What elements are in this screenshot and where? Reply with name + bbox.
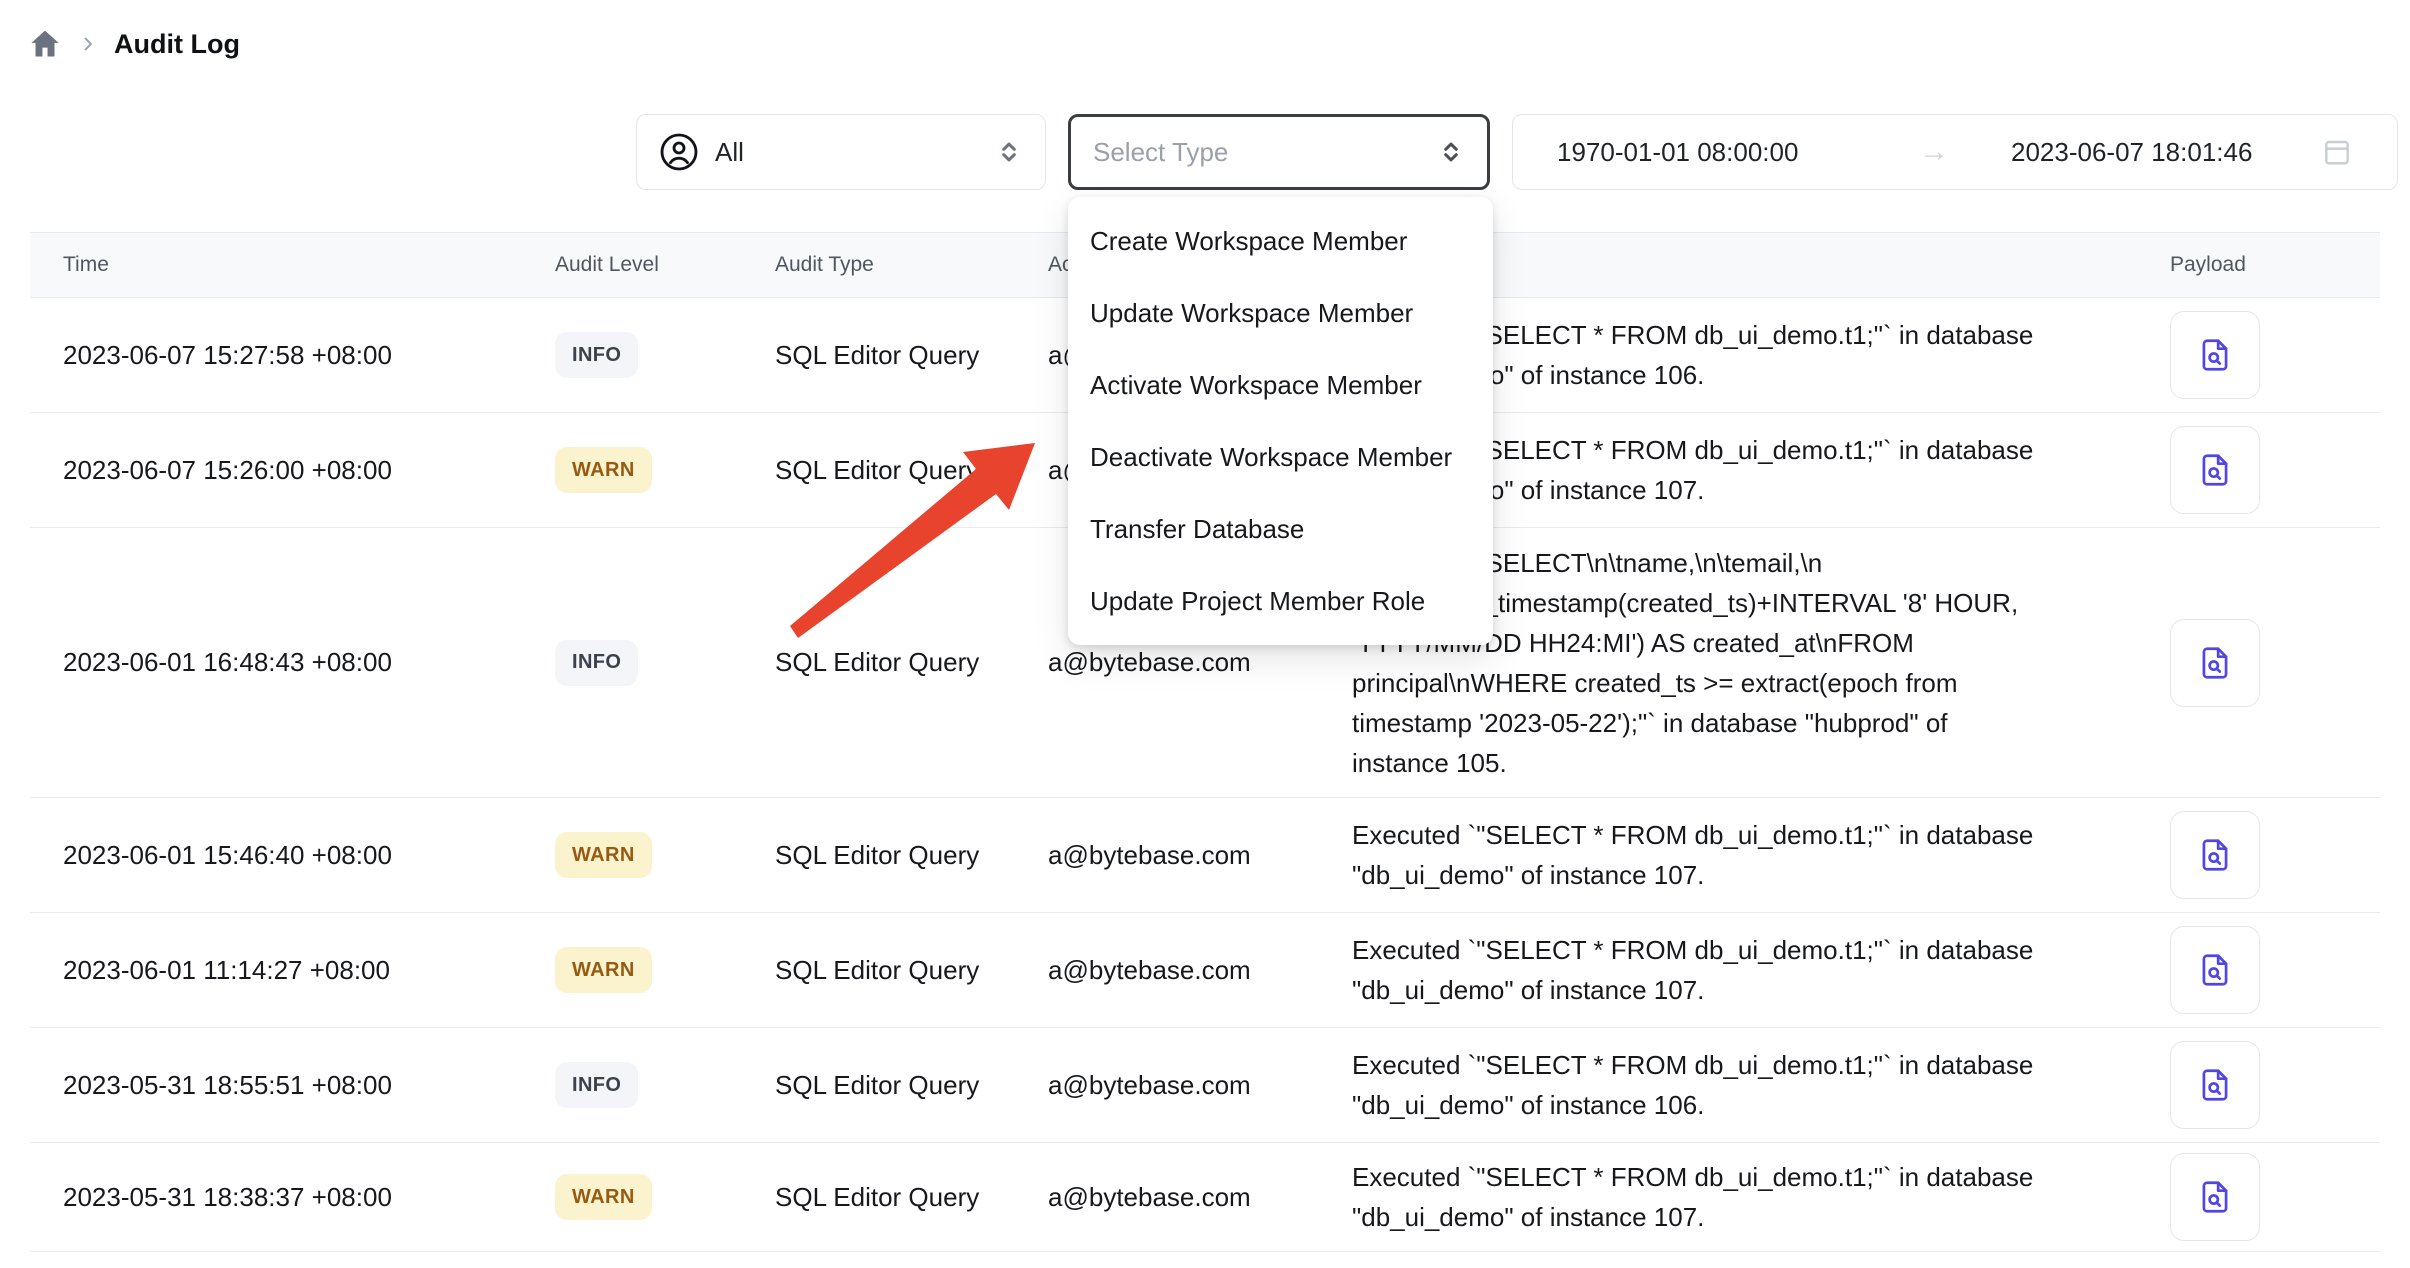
audit-level-badge: WARN <box>555 447 652 493</box>
table-row: 2023-05-31 18:38:37 +08:00 WARN SQL Edit… <box>30 1143 2380 1252</box>
file-search-icon <box>2196 836 2234 874</box>
audit-time: 2023-05-31 18:55:51 +08:00 <box>30 1070 555 1101</box>
up-down-chevron-icon <box>995 138 1023 166</box>
audit-level-badge: INFO <box>555 1062 638 1108</box>
audit-comment: Executed `"SELECT * FROM db_ui_demo.t1;"… <box>1352 801 2140 909</box>
audit-comment: Executed `"SELECT * FROM db_ui_demo.t1;"… <box>1352 1143 2140 1251</box>
date-range-start[interactable]: 1970-01-01 08:00:00 <box>1557 137 1857 168</box>
chevron-right-icon <box>78 34 98 54</box>
audit-type: SQL Editor Query <box>775 1182 1048 1213</box>
audit-time: 2023-06-01 16:48:43 +08:00 <box>30 647 555 678</box>
type-filter-select[interactable]: Select Type <box>1068 114 1490 190</box>
audit-type: SQL Editor Query <box>775 1070 1048 1101</box>
audit-time: 2023-06-07 15:27:58 +08:00 <box>30 340 555 371</box>
file-search-icon <box>2196 951 2234 989</box>
audit-type: SQL Editor Query <box>775 955 1048 986</box>
dropdown-option[interactable]: Deactivate Workspace Member <box>1068 421 1493 493</box>
person-circle-icon <box>659 132 699 172</box>
calendar-icon <box>2321 136 2353 168</box>
audit-level-badge: WARN <box>555 947 652 993</box>
audit-level-badge: WARN <box>555 1174 652 1220</box>
audit-type: SQL Editor Query <box>775 340 1048 371</box>
audit-type: SQL Editor Query <box>775 647 1048 678</box>
arrow-right-icon: → <box>1857 135 2011 169</box>
date-range-picker[interactable]: 1970-01-01 08:00:00 → 2023-06-07 18:01:4… <box>1512 114 2398 190</box>
dropdown-option[interactable]: Create Workspace Member <box>1068 205 1493 277</box>
type-filter-dropdown-menu: Create Workspace Member Update Workspace… <box>1068 197 1493 645</box>
type-filter-placeholder: Select Type <box>1093 137 1437 168</box>
audit-comment: Executed `"SELECT * FROM db_ui_demo.t1;"… <box>1352 1031 2140 1139</box>
payload-view-button[interactable] <box>2170 426 2260 514</box>
payload-view-button[interactable] <box>2170 619 2260 707</box>
audit-time: 2023-06-01 15:46:40 +08:00 <box>30 840 555 871</box>
payload-view-button[interactable] <box>2170 811 2260 899</box>
actor-filter-value: All <box>715 137 979 168</box>
audit-level-badge: WARN <box>555 832 652 878</box>
payload-view-button[interactable] <box>2170 926 2260 1014</box>
audit-level-badge: INFO <box>555 332 638 378</box>
col-header-level: Audit Level <box>555 253 775 277</box>
table-row: 2023-06-01 11:14:27 +08:00 WARN SQL Edit… <box>30 913 2380 1028</box>
dropdown-option[interactable]: Activate Workspace Member <box>1068 349 1493 421</box>
audit-comment: Executed `"SELECT * FROM db_ui_demo.t1;"… <box>1352 916 2140 1024</box>
table-row: 2023-06-01 15:46:40 +08:00 WARN SQL Edit… <box>30 798 2380 913</box>
actor-filter-select[interactable]: All <box>636 114 1046 190</box>
date-range-end[interactable]: 2023-06-07 18:01:46 <box>2011 137 2307 168</box>
file-search-icon <box>2196 1178 2234 1216</box>
payload-view-button[interactable] <box>2170 311 2260 399</box>
audit-actor: a@bytebase.com <box>1048 647 1352 678</box>
filter-bar: All Select Type 1970-01-01 08:00:00 → 20… <box>636 114 2398 190</box>
page-title: Audit Log <box>114 29 240 60</box>
payload-view-button[interactable] <box>2170 1153 2260 1241</box>
audit-actor: a@bytebase.com <box>1048 840 1352 871</box>
up-down-chevron-icon <box>1437 138 1465 166</box>
col-header-payload: Payload <box>2140 253 2380 277</box>
col-header-type: Audit Type <box>775 253 1048 277</box>
audit-actor: a@bytebase.com <box>1048 1070 1352 1101</box>
audit-time: 2023-06-01 11:14:27 +08:00 <box>30 955 555 986</box>
audit-time: 2023-05-31 18:38:37 +08:00 <box>30 1182 555 1213</box>
audit-actor: a@bytebase.com <box>1048 1182 1352 1213</box>
file-search-icon <box>2196 644 2234 682</box>
breadcrumb: Audit Log <box>28 18 240 70</box>
table-row: 2023-05-31 18:55:51 +08:00 INFO SQL Edit… <box>30 1028 2380 1143</box>
home-icon[interactable] <box>28 27 62 61</box>
col-header-time: Time <box>30 253 555 277</box>
audit-actor: a@bytebase.com <box>1048 955 1352 986</box>
dropdown-option[interactable]: Update Project Member Role <box>1068 565 1493 637</box>
audit-type: SQL Editor Query <box>775 840 1048 871</box>
audit-level-badge: INFO <box>555 640 638 686</box>
file-search-icon <box>2196 1066 2234 1104</box>
payload-view-button[interactable] <box>2170 1041 2260 1129</box>
file-search-icon <box>2196 336 2234 374</box>
audit-type: SQL Editor Query <box>775 455 1048 486</box>
dropdown-option[interactable]: Transfer Database <box>1068 493 1493 565</box>
audit-time: 2023-06-07 15:26:00 +08:00 <box>30 455 555 486</box>
dropdown-option[interactable]: Update Workspace Member <box>1068 277 1493 349</box>
file-search-icon <box>2196 451 2234 489</box>
